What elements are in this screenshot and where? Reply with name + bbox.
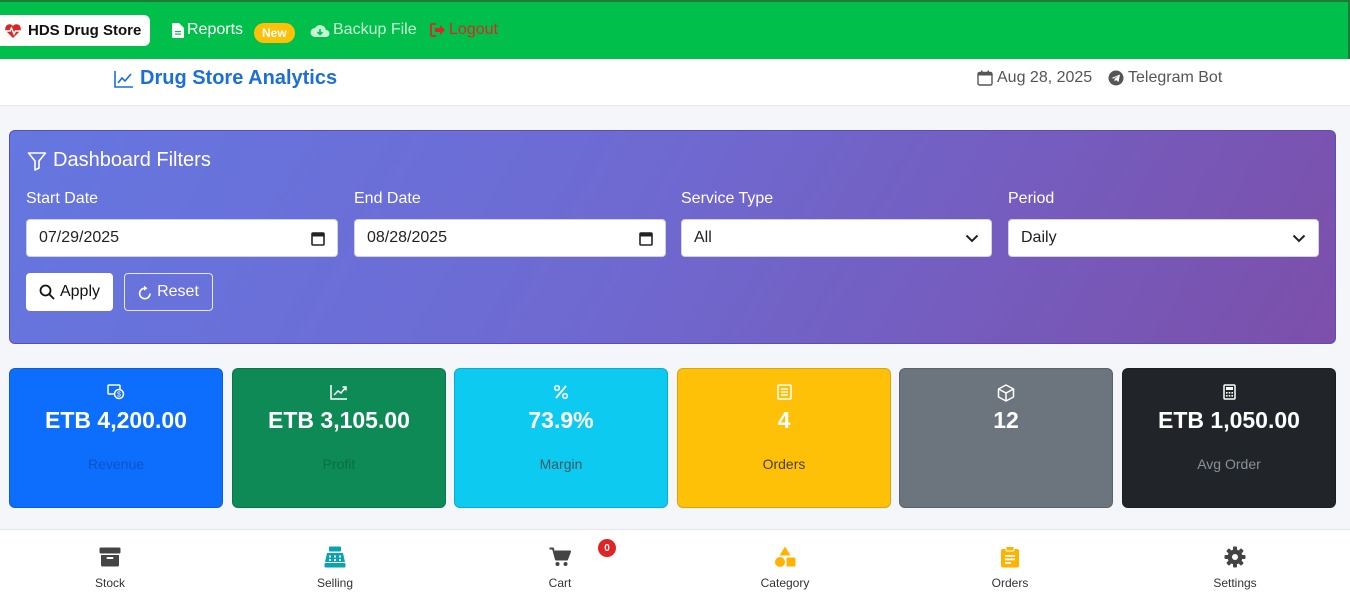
avg-order-value: ETB 1,050.00 [1158, 407, 1300, 433]
top-navbar: HDS Drug Store Reports New Backup File L… [0, 0, 1350, 59]
apply-label: Apply [59, 283, 101, 300]
period-value: Daily [1021, 229, 1057, 246]
items-card: 12 [899, 368, 1113, 508]
logout-link[interactable]: Logout [430, 21, 498, 39]
shapes-icon [725, 544, 845, 570]
calculator-icon [1123, 384, 1335, 400]
reset-button[interactable]: Reset [124, 273, 213, 311]
svg-text:$: $ [117, 392, 121, 399]
bottom-nav-settings[interactable]: Settings [1175, 544, 1295, 590]
backup-file-link[interactable]: Backup File [310, 21, 417, 39]
percent-icon [455, 384, 667, 400]
bottom-nav-settings-label: Settings [1213, 576, 1257, 590]
cloud-download-icon [310, 24, 330, 37]
service-type-select[interactable]: All [681, 219, 992, 257]
start-date-value: 07/29/2025 [39, 229, 120, 246]
items-value: 12 [993, 407, 1019, 433]
margin-card: 73.9% Margin [454, 368, 668, 508]
apply-button[interactable]: Apply [26, 273, 113, 311]
bottom-nav-selling-label: Selling [316, 576, 354, 590]
revenue-card: $ ETB 4,200.00 Revenue [9, 368, 223, 508]
clipboard-icon [950, 544, 1070, 570]
orders-label: Orders [762, 456, 806, 472]
bottom-navbar: Stock Selling Cart 0 Category Orders Set… [0, 529, 1350, 601]
search-icon [39, 284, 55, 300]
archive-icon [50, 544, 170, 570]
cash-register-icon [275, 544, 395, 570]
cart-count-badge: 0 [598, 539, 616, 557]
bottom-nav-selling[interactable]: Selling [275, 544, 395, 590]
revenue-label: Revenue [87, 456, 145, 472]
revenue-value: ETB 4,200.00 [45, 407, 187, 433]
filters-title: Dashboard Filters [27, 149, 211, 172]
current-date: Aug 28, 2025 [977, 69, 1092, 87]
calendar-icon [639, 231, 653, 246]
reports-link[interactable]: Reports [172, 21, 243, 39]
profit-label: Profit [322, 456, 356, 472]
bottom-nav-orders[interactable]: Orders [950, 544, 1070, 590]
end-date-input[interactable]: 08/28/2025 [354, 219, 666, 257]
orders-card: 4 Orders [677, 368, 891, 508]
logout-label: Logout [449, 21, 498, 38]
bottom-nav-cart-label: Cart [548, 576, 572, 590]
gear-icon [1175, 544, 1295, 570]
telegram-bot-link[interactable]: Telegram Bot [1108, 69, 1222, 87]
period-label: Period [1008, 190, 1055, 207]
reports-label: Reports [187, 21, 244, 38]
calendar-icon [311, 231, 325, 246]
end-date-value: 08/28/2025 [367, 229, 448, 246]
heart-pulse-icon [5, 23, 21, 38]
chevron-down-icon [1292, 234, 1306, 242]
avg-order-card: ETB 1,050.00 Avg Order [1122, 368, 1336, 508]
current-date-text: Aug 28, 2025 [997, 69, 1093, 86]
service-type-value: All [694, 229, 712, 246]
period-select[interactable]: Daily [1008, 219, 1319, 257]
bottom-nav-category-label: Category [760, 576, 810, 590]
start-date-label: Start Date [26, 190, 99, 207]
avg-order-label: Avg Order [1197, 456, 1261, 472]
money-icon: $ [10, 384, 222, 400]
list-icon [678, 384, 890, 400]
new-badge: New [254, 23, 295, 43]
telegram-icon [1108, 70, 1124, 86]
page-title-text: Drug Store Analytics [140, 67, 338, 89]
filters-title-text: Dashboard Filters [53, 149, 211, 171]
orders-value: 4 [777, 407, 791, 433]
filter-icon [27, 151, 47, 171]
file-icon [172, 22, 184, 38]
bottom-nav-stock[interactable]: Stock [50, 544, 170, 590]
brand-name: HDS Drug Store [28, 22, 142, 39]
bottom-nav-orders-label: Orders [991, 576, 1029, 590]
margin-value: 73.9% [528, 407, 594, 433]
page-title: Drug Store Analytics [114, 67, 337, 90]
line-chart-icon [114, 70, 133, 88]
page-header: Drug Store Analytics Aug 28, 2025 Telegr… [0, 59, 1350, 106]
telegram-bot-label: Telegram Bot [1128, 69, 1223, 86]
bottom-nav-category[interactable]: Category [725, 544, 845, 590]
margin-label: Margin [539, 456, 583, 472]
calendar-icon [977, 70, 993, 86]
chevron-down-icon [965, 234, 979, 242]
dashboard-filters-panel: Dashboard Filters Start Date End Date Se… [9, 130, 1336, 344]
service-type-label: Service Type [681, 190, 774, 207]
refresh-icon [138, 285, 151, 299]
start-date-input[interactable]: 07/29/2025 [26, 219, 338, 257]
reset-label: Reset [157, 283, 199, 300]
end-date-label: End Date [354, 190, 421, 207]
bottom-nav-stock-label: Stock [94, 576, 125, 590]
box-icon [900, 384, 1112, 402]
brand-link[interactable]: HDS Drug Store [0, 15, 150, 46]
logout-icon [430, 23, 445, 37]
profit-value: ETB 3,105.00 [268, 407, 410, 433]
chart-up-icon [233, 384, 445, 400]
backup-label: Backup File [333, 21, 417, 38]
profit-card: ETB 3,105.00 Profit [232, 368, 446, 508]
